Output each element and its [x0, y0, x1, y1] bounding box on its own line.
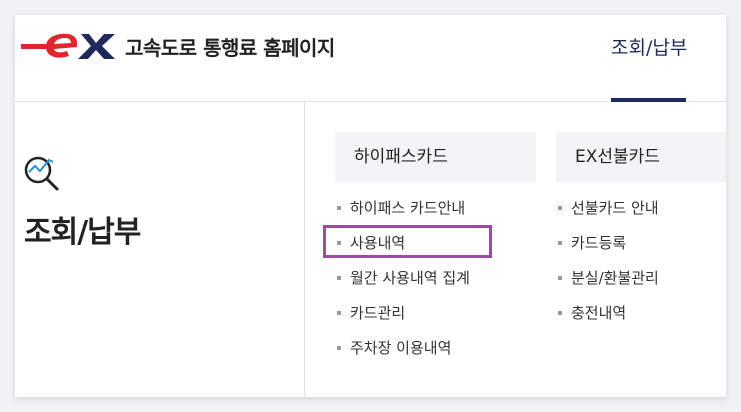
menu-item-card-registration[interactable]: 카드등록 — [558, 230, 659, 265]
menu-item-parking-usage[interactable]: 주차장 이용내역 — [337, 335, 470, 370]
bullet-icon — [337, 276, 341, 280]
menu-item-lost-refund-management[interactable]: 분실/환불관리 — [558, 265, 659, 300]
bullet-icon — [337, 311, 341, 315]
category-hipass-card[interactable]: 하이패스카드 — [335, 132, 536, 182]
search-chart-icon — [24, 156, 59, 191]
prepaid-menu-list: 선불카드 안내 카드등록 분실/환불관리 충전내역 — [558, 195, 659, 335]
menu-item-label: 카드등록 — [571, 234, 627, 252]
section-title: 조회/납부 — [24, 215, 141, 250]
menu-item-charge-history[interactable]: 충전내역 — [558, 300, 659, 335]
bullet-icon — [337, 346, 341, 350]
bullet-icon — [337, 241, 341, 245]
menu-item-usage-history[interactable]: 사용내역 — [337, 230, 470, 265]
menu-item-prepaid-card-guide[interactable]: 선불카드 안내 — [558, 195, 659, 230]
menu-item-label: 분실/환불관리 — [571, 269, 659, 287]
site-title[interactable]: 고속도로 통행료 홈페이지 — [125, 32, 335, 61]
menu-item-label: 사용내역 — [350, 234, 406, 252]
menu-item-label: 주차장 이용내역 — [350, 339, 452, 357]
site-header: ex 고속도로 통행료 홈페이지 조회/납부 — [15, 15, 726, 102]
menu-item-label: 카드관리 — [350, 304, 406, 322]
bullet-icon — [558, 206, 562, 210]
active-nav-indicator — [611, 98, 686, 102]
menu-item-label: 월간 사용내역 집계 — [350, 269, 470, 287]
menu-item-label: 선불카드 안내 — [571, 199, 659, 217]
bullet-icon — [337, 206, 341, 210]
nav-item-inquiry-payment[interactable]: 조회/납부 — [611, 33, 687, 60]
menu-item-card-management[interactable]: 카드관리 — [337, 300, 470, 335]
menu-item-monthly-usage-summary[interactable]: 월간 사용내역 집계 — [337, 265, 470, 300]
category-ex-prepaid-card[interactable]: EX선불카드 — [556, 132, 726, 182]
bullet-icon — [558, 241, 562, 245]
menu-item-hipass-card-guide[interactable]: 하이패스 카드안내 — [337, 195, 470, 230]
bullet-icon — [558, 311, 562, 315]
bullet-icon — [558, 276, 562, 280]
menu-item-label: 충전내역 — [571, 304, 627, 322]
menu-panel: ex 고속도로 통행료 홈페이지 조회/납부 조회/납부 하이패스카드 하이패스… — [15, 15, 726, 397]
menu-item-label: 하이패스 카드안내 — [350, 199, 466, 217]
section-sidebar: 조회/납부 — [15, 102, 305, 397]
ex-logo[interactable]: ex — [21, 29, 117, 63]
hipass-menu-list: 하이패스 카드안내 사용내역 월간 사용내역 집계 카드관리 주차장 이용내역 — [337, 195, 470, 370]
